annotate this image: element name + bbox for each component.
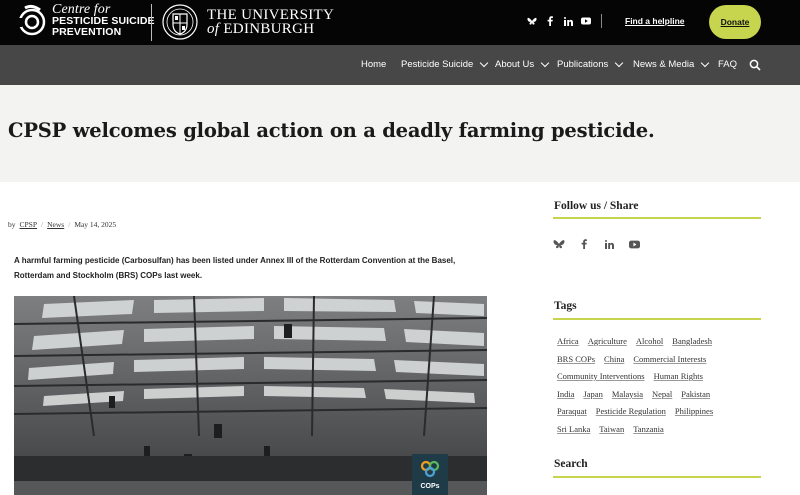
tag-link[interactable]: Sri Lanka <box>557 424 590 434</box>
author-link[interactable]: CPSP <box>20 220 38 229</box>
youtube-icon[interactable] <box>628 238 640 250</box>
tag-link[interactable]: Agriculture <box>588 336 627 346</box>
tag-cloud: Africa Agriculture Alcohol Bangladesh BRS C… <box>557 333 767 438</box>
university-name[interactable]: THE UNIVERSITY of EDINBURGH <box>207 7 335 37</box>
chevron-down-icon <box>540 58 550 68</box>
nav-item-label: FAQ <box>718 59 738 70</box>
post-meta: by CPSP / News / May 14, 2025 <box>8 220 116 229</box>
intro-line-1: A harmful farming pesticide (Carbosulfan… <box>14 256 456 265</box>
tag-link[interactable]: Tanzania <box>633 424 664 434</box>
cpsp-logo-mark-icon <box>16 4 46 35</box>
tag-link[interactable]: Taiwan <box>599 424 624 434</box>
tag-link[interactable]: Malaysia <box>612 389 643 399</box>
search-icon[interactable] <box>749 59 761 71</box>
article-photo: COPs <box>14 296 487 495</box>
find-helpline-link[interactable]: Find a helpline <box>625 16 685 26</box>
tag-link[interactable]: Paraquat <box>557 406 587 416</box>
bluesky-icon[interactable] <box>553 238 565 250</box>
tag-link[interactable]: Africa <box>557 336 579 346</box>
university-line-1: THE UNIVERSITY <box>207 7 335 23</box>
nav-item-faq[interactable]: FAQ <box>718 59 737 70</box>
nav-item-label: Pesticide Suicide <box>401 59 474 70</box>
tags-heading: Tags <box>554 300 577 312</box>
sidebar-social-links <box>553 238 640 250</box>
tag-link[interactable]: Community Interventions <box>557 371 645 381</box>
nav-item-pesticide-suicide[interactable]: Pesticide Suicide <box>401 58 489 70</box>
tag-row: India Japan Malaysia Nepal Pakistan <box>557 386 767 404</box>
tag-link[interactable]: Japan <box>583 389 602 399</box>
tag-row: Community Interventions Human Rights <box>557 368 767 386</box>
top-bar: Centre for PESTICIDE SUICIDE PREVENTION … <box>0 0 800 45</box>
university-line-2: EDINBURGH <box>223 21 315 37</box>
tag-row: Sri Lanka Taiwan Tanzania <box>557 421 767 439</box>
linkedin-icon[interactable] <box>603 238 615 250</box>
tag-link[interactable]: Alcohol <box>636 336 663 346</box>
conference-hall-image: COPs <box>14 296 487 495</box>
tag-row: BRS COPs China Commercial Interests <box>557 351 767 369</box>
logo-line-3: PREVENTION <box>52 26 122 38</box>
university-of: of <box>207 21 220 37</box>
chevron-down-icon <box>614 58 624 68</box>
search-heading: Search <box>554 458 588 470</box>
nav-item-home[interactable]: Home <box>361 59 386 70</box>
tag-link[interactable]: Human Rights <box>654 371 703 381</box>
nav-item-label: Publications <box>557 59 609 70</box>
header-divider <box>601 14 602 28</box>
nav-item-news-media[interactable]: News & Media <box>633 58 710 70</box>
nav-item-label: About Us <box>495 59 535 70</box>
tag-link[interactable]: BRS COPs <box>557 354 595 364</box>
facebook-icon[interactable] <box>578 238 590 250</box>
nav-item-publications[interactable]: Publications <box>557 58 624 70</box>
meta-separator: / <box>68 220 71 229</box>
chevron-down-icon <box>701 58 710 68</box>
page-title: CPSP welcomes global action on a deadly … <box>8 119 655 142</box>
tag-link[interactable]: Commercial Interests <box>633 354 706 364</box>
tags-rule <box>553 318 761 320</box>
tag-link[interactable]: China <box>604 354 624 364</box>
bluesky-icon[interactable] <box>527 14 537 28</box>
university-crest-icon[interactable] <box>162 3 198 41</box>
header-social-links <box>527 14 591 28</box>
category-link[interactable]: News <box>47 220 64 229</box>
by-label: by <box>8 220 16 229</box>
tag-row: Africa Agriculture Alcohol Bangladesh <box>557 333 767 351</box>
facebook-icon[interactable] <box>545 14 555 28</box>
follow-heading: Follow us / Share <box>554 200 639 212</box>
tag-row: Paraquat Pesticide Regulation Philippines <box>557 403 767 421</box>
meta-separator: / <box>41 220 44 229</box>
tag-link[interactable]: Nepal <box>652 389 672 399</box>
youtube-icon[interactable] <box>581 14 591 28</box>
search-rule <box>553 476 761 478</box>
tag-link[interactable]: Pesticide Regulation <box>596 406 666 416</box>
intro-line-2: Rotterdam and Stockholm (BRS) COPs last … <box>14 271 203 280</box>
tag-link[interactable]: Philippines <box>675 406 713 416</box>
photo-banner-text: COPs <box>420 483 439 490</box>
tag-link[interactable]: India <box>557 389 574 399</box>
article-intro: A harmful farming pesticide (Carbosulfan… <box>14 253 494 283</box>
chevron-down-icon <box>480 58 489 68</box>
donate-button[interactable]: Donate <box>709 5 761 39</box>
logo-divider <box>151 4 152 41</box>
nav-item-label: News & Media <box>633 59 695 70</box>
cpsp-logo[interactable]: Centre for PESTICIDE SUICIDE PREVENTION <box>16 3 155 38</box>
linkedin-icon[interactable] <box>563 14 573 28</box>
nav-item-label: Home <box>361 59 387 70</box>
nav-item-about-us[interactable]: About Us <box>495 58 550 70</box>
tag-link[interactable]: Bangladesh <box>672 336 712 346</box>
cpsp-logo-text: Centre for PESTICIDE SUICIDE PREVENTION <box>52 3 155 38</box>
follow-rule <box>553 217 761 219</box>
tag-link[interactable]: Pakistan <box>681 389 710 399</box>
post-date: May 14, 2025 <box>74 220 117 229</box>
